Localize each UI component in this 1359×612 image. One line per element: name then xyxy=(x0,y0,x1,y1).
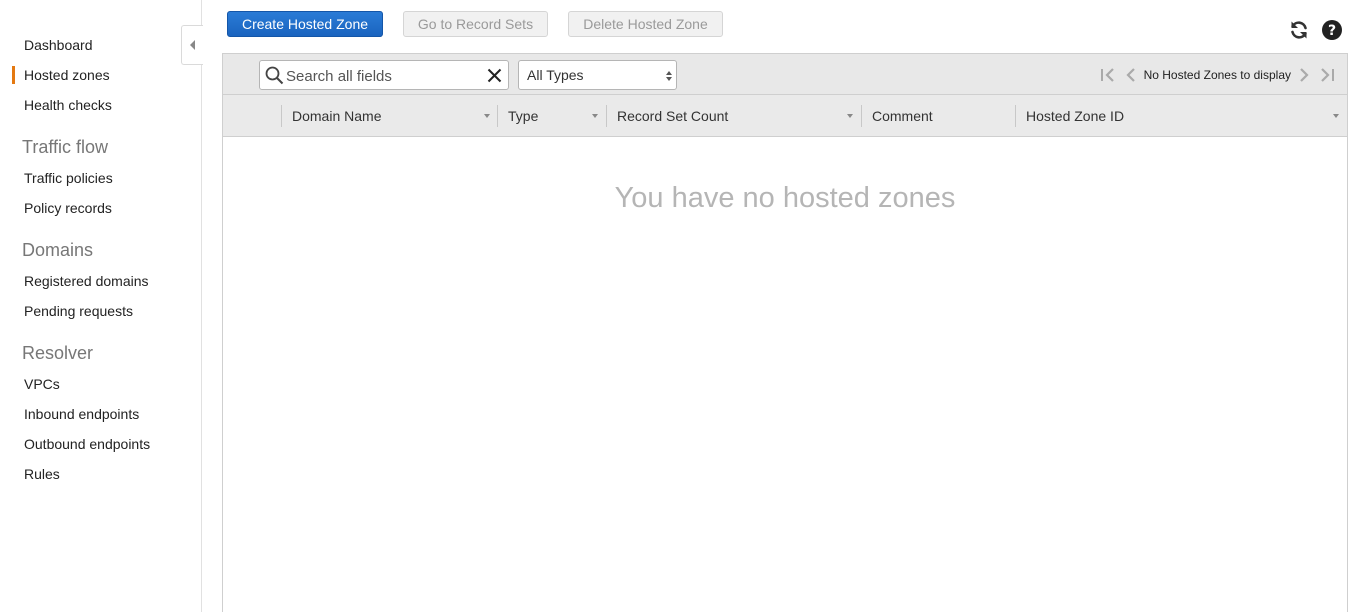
pagination-status: No Hosted Zones to display xyxy=(1143,68,1291,82)
hosted-zones-table-panel: All Types No Hosted Zones to display xyxy=(222,53,1348,612)
help-icon[interactable]: ? xyxy=(1321,19,1343,41)
type-filter-value: All Types xyxy=(527,67,584,83)
sidebar-item-vpcs[interactable]: VPCs xyxy=(24,376,60,392)
sidebar-item-pending-requests[interactable]: Pending requests xyxy=(24,303,133,319)
sort-caret-icon[interactable] xyxy=(592,114,598,118)
column-divider xyxy=(281,105,282,127)
column-divider xyxy=(606,105,607,127)
svg-text:?: ? xyxy=(1328,23,1336,39)
sidebar-item-registered-domains[interactable]: Registered domains xyxy=(24,273,149,289)
column-header-record-set-count[interactable]: Record Set Count xyxy=(617,95,728,137)
column-header-type[interactable]: Type xyxy=(508,95,538,137)
sort-caret-icon[interactable] xyxy=(1333,114,1339,118)
search-input[interactable] xyxy=(286,65,482,87)
sort-caret-icon[interactable] xyxy=(847,114,853,118)
sidebar-collapse-button[interactable] xyxy=(181,25,203,65)
column-divider xyxy=(861,105,862,127)
column-header-comment[interactable]: Comment xyxy=(872,95,933,137)
sidebar-item-outbound-endpoints[interactable]: Outbound endpoints xyxy=(24,436,150,452)
next-page-icon[interactable] xyxy=(1299,68,1309,82)
sidebar-item-policy-records[interactable]: Policy records xyxy=(24,200,112,216)
empty-state-message: You have no hosted zones xyxy=(614,182,956,214)
sidebar-item-health-checks[interactable]: Health checks xyxy=(24,97,112,113)
sidebar: Dashboard Hosted zones Health checks Tra… xyxy=(0,0,202,612)
column-header-hosted-zone-id[interactable]: Hosted Zone ID xyxy=(1026,95,1124,137)
clear-icon[interactable] xyxy=(487,68,502,83)
sidebar-section-resolver: Resolver xyxy=(22,343,94,363)
sidebar-item-dashboard[interactable]: Dashboard xyxy=(24,37,93,53)
sidebar-section-domains: Domains xyxy=(22,240,94,260)
create-hosted-zone-button[interactable]: Create Hosted Zone xyxy=(227,11,383,37)
select-arrows-icon xyxy=(666,71,672,81)
go-to-record-sets-button[interactable]: Go to Record Sets xyxy=(403,11,548,37)
column-header-domain-name[interactable]: Domain Name xyxy=(292,95,381,137)
sidebar-item-hosted-zones[interactable]: Hosted zones xyxy=(12,66,110,84)
type-filter-select[interactable]: All Types xyxy=(518,60,677,90)
collapse-arrow-icon xyxy=(189,40,195,50)
filter-bar: All Types No Hosted Zones to display xyxy=(223,54,1347,95)
sort-caret-icon[interactable] xyxy=(484,114,490,118)
sidebar-item-traffic-policies[interactable]: Traffic policies xyxy=(24,170,113,186)
last-page-icon[interactable] xyxy=(1319,68,1335,82)
refresh-icon[interactable] xyxy=(1288,19,1310,41)
pagination: No Hosted Zones to display xyxy=(1100,66,1335,84)
sidebar-item-rules[interactable]: Rules xyxy=(24,466,60,482)
sidebar-item-inbound-endpoints[interactable]: Inbound endpoints xyxy=(24,406,139,422)
search-box[interactable] xyxy=(259,60,509,90)
column-divider xyxy=(497,105,498,127)
first-page-icon[interactable] xyxy=(1100,68,1116,82)
delete-hosted-zone-button[interactable]: Delete Hosted Zone xyxy=(568,11,723,37)
search-icon xyxy=(265,66,284,85)
prev-page-icon[interactable] xyxy=(1126,68,1136,82)
table-header: Domain Name Type Record Set Count Commen… xyxy=(223,95,1347,137)
sidebar-section-traffic-flow: Traffic flow xyxy=(22,137,109,157)
column-divider xyxy=(1015,105,1016,127)
